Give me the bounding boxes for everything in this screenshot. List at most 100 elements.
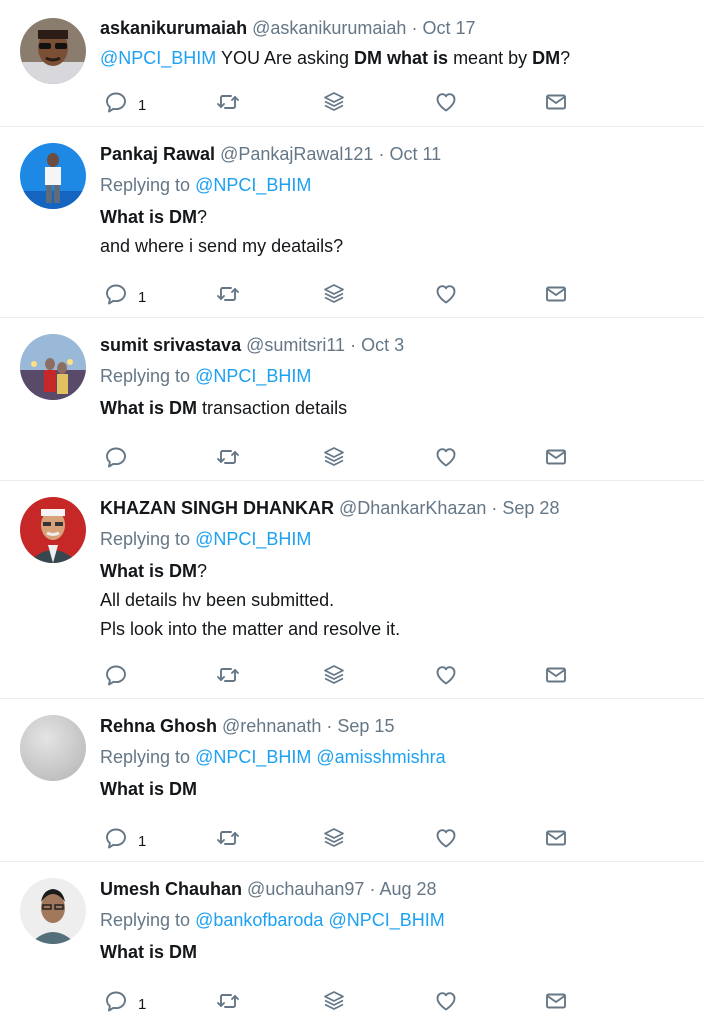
tweet-actions: 1 bbox=[100, 281, 600, 307]
reply-icon bbox=[104, 282, 128, 306]
retweet-icon bbox=[216, 282, 240, 306]
separator-dot: · bbox=[369, 879, 376, 899]
like-button[interactable] bbox=[434, 444, 458, 470]
user-handle[interactable]: @rehnanath bbox=[222, 716, 321, 736]
tweet[interactable]: askanikurumaiah @askanikurumaiah · Oct 1… bbox=[0, 0, 704, 127]
user-name[interactable]: Pankaj Rawal bbox=[100, 144, 215, 164]
reply-icon bbox=[104, 90, 128, 114]
user-name[interactable]: sumit srivastava bbox=[100, 335, 241, 355]
reply-button[interactable] bbox=[104, 444, 138, 470]
mention-link[interactable]: @NPCI_BHIM bbox=[195, 529, 311, 549]
mention-link[interactable]: @NPCI_BHIM bbox=[195, 175, 311, 195]
replying-to: Replying to @bankofbaroda @NPCI_BHIM bbox=[100, 906, 688, 935]
tweet-text: What is DM? bbox=[100, 203, 688, 232]
retweet-icon bbox=[216, 90, 240, 114]
separator-dot: · bbox=[491, 498, 498, 518]
reply-button[interactable]: 1 bbox=[104, 825, 146, 851]
user-name[interactable]: KHAZAN SINGH DHANKAR bbox=[100, 498, 334, 518]
mention-link[interactable]: @NPCI_BHIM bbox=[328, 910, 444, 930]
reply-count: 1 bbox=[138, 288, 147, 306]
heart-icon bbox=[434, 90, 458, 114]
tweet-actions: 1 bbox=[100, 825, 600, 851]
direct-message-button[interactable] bbox=[544, 662, 568, 688]
tweet-feed: askanikurumaiah @askanikurumaiah · Oct 1… bbox=[0, 0, 704, 1024]
stack-button[interactable] bbox=[322, 444, 346, 470]
tweet[interactable]: Rehna Ghosh @rehnanath · Sep 15 Replying… bbox=[0, 699, 704, 862]
timestamp[interactable]: Oct 11 bbox=[389, 144, 441, 164]
heart-icon bbox=[434, 663, 458, 687]
user-name[interactable]: askanikurumaiah bbox=[100, 18, 247, 38]
direct-message-button[interactable] bbox=[544, 825, 568, 851]
mention-link[interactable]: @NPCI_BHIM bbox=[100, 48, 216, 68]
tweet-header: sumit srivastava @sumitsri11 · Oct 3 bbox=[100, 332, 688, 358]
user-name[interactable]: Umesh Chauhan bbox=[100, 879, 242, 899]
stack-button[interactable] bbox=[322, 988, 346, 1014]
like-button[interactable] bbox=[434, 89, 458, 115]
like-button[interactable] bbox=[434, 825, 458, 851]
layers-icon bbox=[322, 663, 346, 687]
tweet-text: @NPCI_BHIM YOU Are asking DM what is mea… bbox=[100, 44, 688, 73]
stack-button[interactable] bbox=[322, 662, 346, 688]
text-fragment: ? bbox=[197, 561, 208, 581]
reply-button[interactable] bbox=[104, 662, 138, 688]
direct-message-button[interactable] bbox=[544, 281, 568, 307]
avatar[interactable] bbox=[20, 334, 86, 400]
like-button[interactable] bbox=[434, 281, 458, 307]
heart-icon bbox=[434, 445, 458, 469]
separator-dot: · bbox=[350, 335, 357, 355]
user-handle[interactable]: @askanikurumaiah bbox=[252, 18, 406, 38]
tweet-text-line: All details hv been submitted. bbox=[100, 590, 335, 610]
timestamp[interactable]: Sep 28 bbox=[502, 498, 559, 518]
mention-link[interactable]: @NPCI_BHIM bbox=[195, 366, 311, 386]
bold-fragment: DM bbox=[532, 48, 561, 68]
user-handle[interactable]: @PankajRawal121 bbox=[220, 144, 373, 164]
retweet-button[interactable] bbox=[216, 825, 240, 851]
retweet-button[interactable] bbox=[216, 89, 240, 115]
avatar[interactable] bbox=[20, 497, 86, 563]
mention-link[interactable]: @amisshmishra bbox=[316, 747, 445, 767]
retweet-button[interactable] bbox=[216, 444, 240, 470]
tweet[interactable]: Umesh Chauhan @uchauhan97 · Aug 28 Reply… bbox=[0, 862, 704, 1024]
direct-message-button[interactable] bbox=[544, 89, 568, 115]
avatar[interactable] bbox=[20, 18, 86, 84]
tweet[interactable]: sumit srivastava @sumitsri11 · Oct 3 Rep… bbox=[0, 318, 704, 481]
avatar[interactable] bbox=[20, 878, 86, 944]
timestamp[interactable]: Aug 28 bbox=[379, 879, 436, 899]
user-handle[interactable]: @DhankarKhazan bbox=[339, 498, 486, 518]
tweet-header: askanikurumaiah @askanikurumaiah · Oct 1… bbox=[100, 15, 688, 41]
bold-fragment: what is bbox=[387, 48, 449, 68]
tweet[interactable]: KHAZAN SINGH DHANKAR @DhankarKhazan · Se… bbox=[0, 481, 704, 699]
user-name[interactable]: Rehna Ghosh bbox=[100, 716, 217, 736]
bold-fragment: What is DM bbox=[100, 942, 197, 962]
reply-count: 1 bbox=[138, 96, 147, 114]
stack-button[interactable] bbox=[322, 825, 346, 851]
avatar[interactable] bbox=[20, 715, 86, 781]
user-handle[interactable]: @uchauhan97 bbox=[247, 879, 364, 899]
retweet-button[interactable] bbox=[216, 281, 240, 307]
like-button[interactable] bbox=[434, 988, 458, 1014]
reply-button[interactable]: 1 bbox=[104, 89, 146, 115]
timestamp[interactable]: Oct 17 bbox=[422, 18, 475, 38]
like-button[interactable] bbox=[434, 662, 458, 688]
envelope-icon bbox=[544, 989, 568, 1013]
tweet-text: What is DM? bbox=[100, 557, 688, 586]
avatar[interactable] bbox=[20, 143, 86, 209]
tweet[interactable]: Pankaj Rawal @PankajRawal121 · Oct 11 Re… bbox=[0, 127, 704, 318]
reply-button[interactable]: 1 bbox=[104, 988, 146, 1014]
user-handle[interactable]: @sumitsri11 bbox=[246, 335, 345, 355]
retweet-button[interactable] bbox=[216, 662, 240, 688]
direct-message-button[interactable] bbox=[544, 988, 568, 1014]
timestamp[interactable]: Oct 3 bbox=[361, 335, 404, 355]
timestamp[interactable]: Sep 15 bbox=[337, 716, 394, 736]
retweet-button[interactable] bbox=[216, 988, 240, 1014]
reply-button[interactable]: 1 bbox=[104, 281, 146, 307]
stack-button[interactable] bbox=[322, 89, 346, 115]
replying-to: Replying to @NPCI_BHIM @amisshmishra bbox=[100, 743, 688, 772]
tweet-header: KHAZAN SINGH DHANKAR @DhankarKhazan · Se… bbox=[100, 495, 688, 521]
mention-link[interactable]: @NPCI_BHIM bbox=[195, 747, 311, 767]
mention-link[interactable]: @bankofbaroda bbox=[195, 910, 323, 930]
tweet-header: Rehna Ghosh @rehnanath · Sep 15 bbox=[100, 713, 688, 739]
direct-message-button[interactable] bbox=[544, 444, 568, 470]
stack-button[interactable] bbox=[322, 281, 346, 307]
tweet-actions: 1 bbox=[100, 89, 600, 115]
